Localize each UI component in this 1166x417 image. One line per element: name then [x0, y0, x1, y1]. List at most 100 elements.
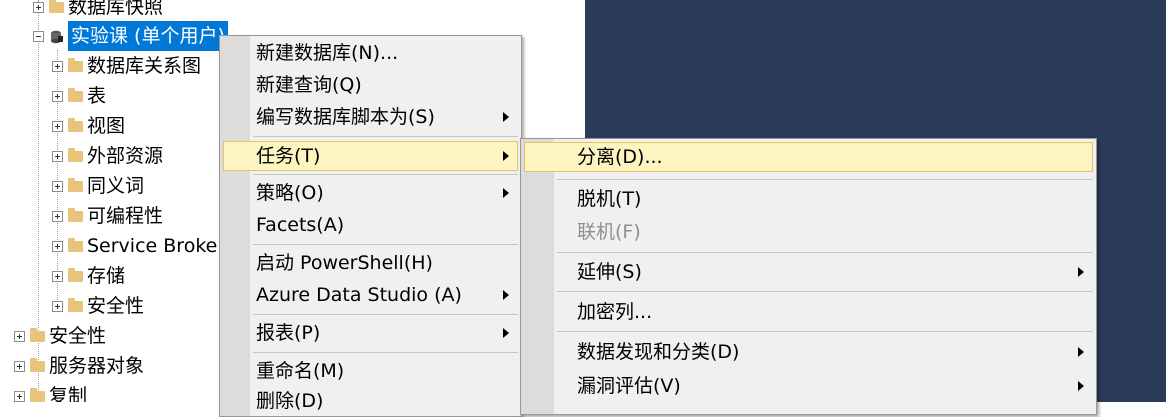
menu-separator — [557, 179, 1093, 180]
expand-icon[interactable] — [52, 90, 63, 102]
tree-item-label: 可编程性 — [87, 205, 164, 227]
tree-item-database-diagrams[interactable]: 数据库关系图 — [52, 51, 201, 81]
tree-item-label: 表 — [87, 85, 107, 107]
tree-item-database-selected[interactable]: 实验课 (单个用户) — [33, 21, 228, 51]
menu-item-label: 重命名(M) — [256, 360, 345, 382]
menu-item-label: 新建查询(Q) — [256, 74, 362, 96]
menu-item-label: 分离(D)... — [577, 146, 663, 168]
tree-item-label: 安全性 — [87, 295, 145, 317]
tree-item-database-snapshots[interactable]: 数据库快照 — [33, 0, 163, 22]
menu-item-label: 新建数据库(N)... — [256, 42, 399, 64]
expand-icon[interactable] — [14, 330, 25, 342]
menu-item-encrypt-columns[interactable]: 加密列... — [524, 297, 1093, 327]
expand-icon[interactable] — [52, 60, 63, 72]
folder-icon — [68, 267, 83, 282]
menu-separator — [253, 244, 518, 245]
menu-separator — [253, 352, 518, 353]
menu-item-label: 编写数据库脚本为(S) — [256, 106, 435, 128]
menu-separator — [253, 174, 518, 175]
submenu-arrow-icon — [503, 328, 509, 338]
tree-item-views[interactable]: 视图 — [52, 111, 125, 141]
menu-item-label: 删除(D) — [256, 390, 324, 412]
folder-icon — [68, 147, 83, 162]
menu-item-label: 启动 PowerShell(H) — [256, 252, 433, 274]
folder-icon — [30, 357, 45, 372]
menu-item-policies[interactable]: 策略(O) — [223, 178, 518, 208]
menu-item-rename[interactable]: 重命名(M) — [223, 356, 518, 386]
menu-item-label: 延伸(S) — [577, 261, 642, 283]
submenu-arrow-icon — [1078, 347, 1084, 357]
expand-icon[interactable] — [14, 360, 25, 372]
submenu-arrow-icon — [503, 290, 509, 300]
expand-icon[interactable] — [52, 240, 63, 252]
submenu-arrow-icon — [503, 151, 509, 161]
tree-item-label: 实验课 (单个用户) — [68, 21, 228, 51]
menu-item-label: 联机(F) — [577, 221, 641, 243]
menu-item-vulnerability-assessment[interactable]: 漏洞评估(V) — [524, 371, 1093, 401]
database-single-user-icon — [51, 30, 63, 43]
tree-item-server-security[interactable]: 安全性 — [14, 321, 106, 351]
menu-item-label: 策略(O) — [256, 182, 324, 204]
tasks-submenu: 分离(D)... 脱机(T) 联机(F) 延伸(S) 加密列... 数据发现和分… — [520, 138, 1097, 415]
tree-item-label: 存储 — [87, 265, 126, 287]
tree-item-service-broker[interactable]: Service Broker — [52, 231, 225, 261]
menu-item-new-database[interactable]: 新建数据库(N)... — [223, 38, 518, 68]
menu-item-tasks[interactable]: 任务(T) — [223, 141, 518, 171]
tree-item-label: 同义词 — [87, 175, 145, 197]
tree-item-programmability[interactable]: 可编程性 — [52, 201, 163, 231]
menu-item-label: 数据发现和分类(D) — [577, 341, 740, 363]
tree-item-storage[interactable]: 存储 — [52, 261, 125, 291]
menu-separator — [253, 136, 518, 137]
menu-item-reports[interactable]: 报表(P) — [223, 318, 518, 348]
menu-item-start-powershell[interactable]: 启动 PowerShell(H) — [223, 248, 518, 278]
menu-item-azure-data-studio[interactable]: Azure Data Studio (A) — [223, 280, 518, 310]
tree-item-synonyms[interactable]: 同义词 — [52, 171, 144, 201]
menu-item-label: 脱机(T) — [577, 188, 642, 210]
menu-item-take-offline[interactable]: 脱机(T) — [524, 184, 1093, 214]
expand-icon[interactable] — [52, 210, 63, 222]
menu-item-label: Facets(A) — [256, 214, 345, 236]
tree-item-external-resources[interactable]: 外部资源 — [52, 141, 163, 171]
tree-item-label: 视图 — [87, 115, 126, 137]
expand-icon[interactable] — [52, 120, 63, 132]
menu-separator — [557, 291, 1093, 292]
tree-item-label: Service Broker — [87, 235, 226, 257]
menu-item-label: 漏洞评估(V) — [577, 375, 681, 397]
folder-icon — [68, 207, 83, 222]
tree-item-tables[interactable]: 表 — [52, 81, 106, 111]
folder-icon — [49, 0, 64, 13]
tree-item-db-security[interactable]: 安全性 — [52, 291, 144, 321]
menu-item-script-database-as[interactable]: 编写数据库脚本为(S) — [223, 102, 518, 132]
folder-icon — [68, 297, 83, 312]
menu-item-bring-online[interactable]: 联机(F) — [524, 217, 1093, 247]
folder-icon — [68, 87, 83, 102]
folder-icon — [68, 177, 83, 192]
tree-item-label: 安全性 — [49, 325, 107, 347]
menu-item-label: 加密列... — [577, 301, 653, 323]
tree-item-label: 数据库快照 — [68, 0, 164, 18]
expand-icon[interactable] — [52, 300, 63, 312]
menu-item-stretch[interactable]: 延伸(S) — [524, 257, 1093, 287]
expand-icon[interactable] — [33, 1, 44, 13]
menu-item-detach[interactable]: 分离(D)... — [524, 142, 1093, 172]
expand-icon[interactable] — [52, 270, 63, 282]
menu-item-new-query[interactable]: 新建查询(Q) — [223, 70, 518, 100]
menu-item-data-discovery-classification[interactable]: 数据发现和分类(D) — [524, 337, 1093, 367]
collapse-icon[interactable] — [33, 30, 44, 42]
tree-item-server-objects[interactable]: 服务器对象 — [14, 351, 144, 381]
expand-icon[interactable] — [14, 390, 25, 402]
folder-icon — [68, 117, 83, 132]
tree-item-replication[interactable]: 复制 — [14, 381, 87, 402]
context-menu: 新建数据库(N)... 新建查询(Q) 编写数据库脚本为(S) 任务(T) 策略… — [219, 35, 522, 417]
menu-separator — [557, 331, 1093, 332]
expand-icon[interactable] — [52, 150, 63, 162]
menu-item-delete[interactable]: 删除(D) — [223, 386, 518, 416]
menu-item-facets[interactable]: Facets(A) — [223, 210, 518, 240]
menu-item-label: 报表(P) — [256, 322, 321, 344]
tree-item-label: 外部资源 — [87, 145, 164, 167]
tree-item-label: 复制 — [49, 385, 88, 402]
tree-item-label: 服务器对象 — [49, 355, 145, 377]
folder-icon — [30, 387, 45, 402]
folder-icon — [68, 237, 83, 252]
expand-icon[interactable] — [52, 180, 63, 192]
